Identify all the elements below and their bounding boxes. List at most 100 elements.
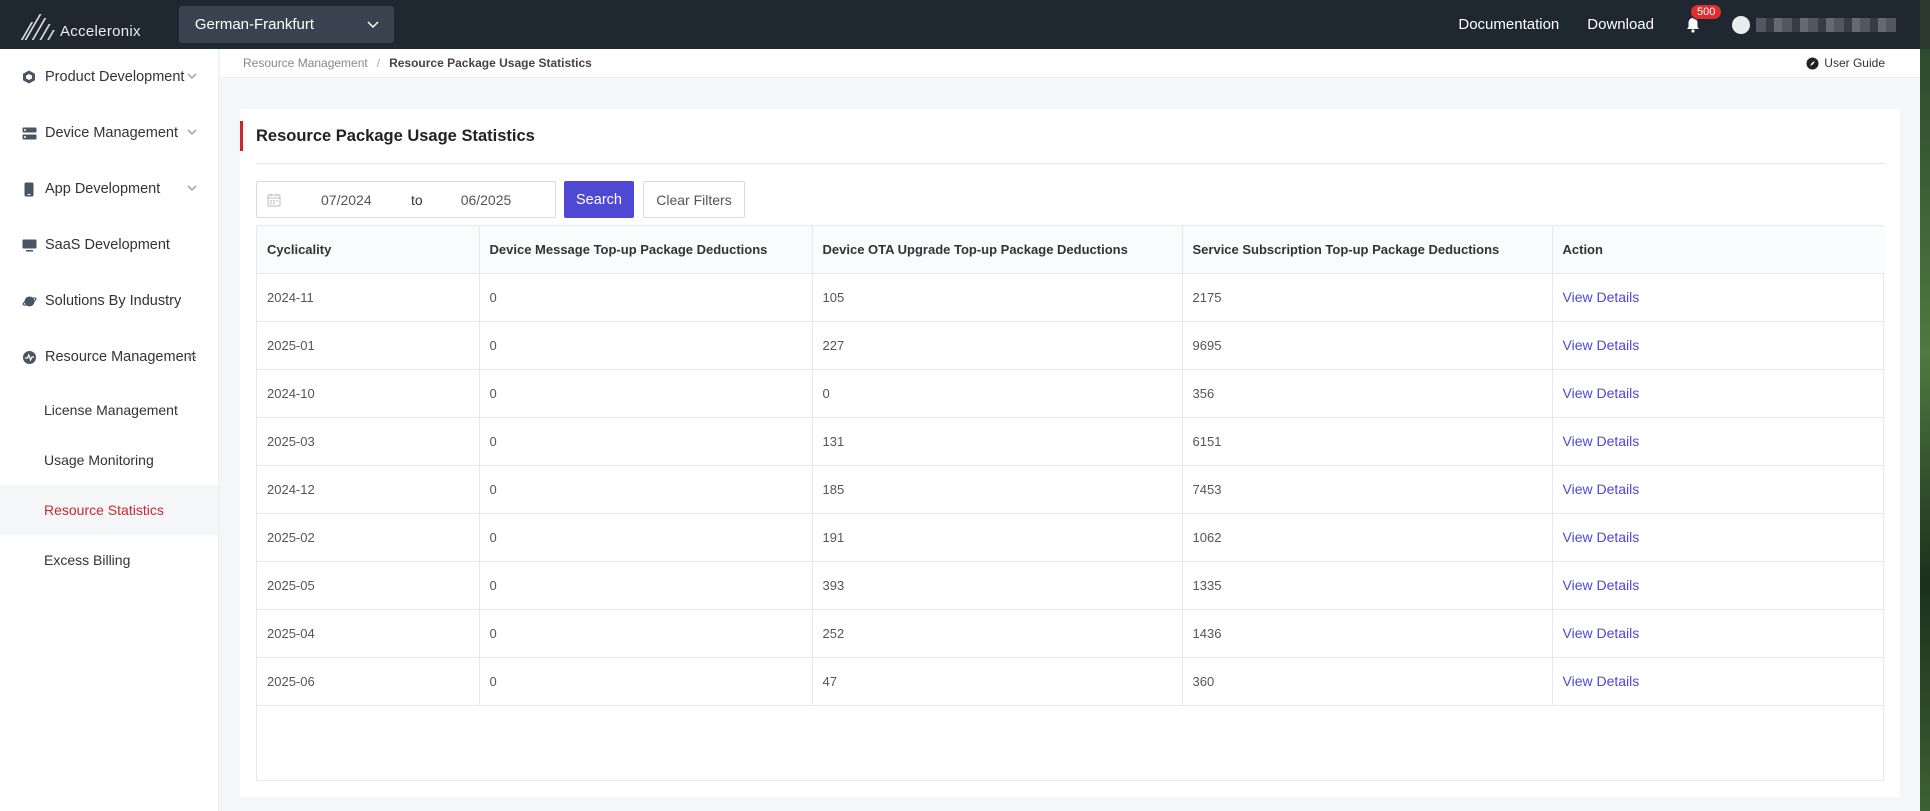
cell-ota-deductions: 227 <box>812 321 1183 370</box>
calendar-icon <box>267 193 281 206</box>
column-header-ota-deductions: Device OTA Upgrade Top-up Package Deduct… <box>812 226 1183 274</box>
sidebar-item-solutions-by-industry[interactable]: Solutions By Industry <box>0 273 218 329</box>
breadcrumb-separator: / <box>376 56 381 70</box>
sidebar: Product Development Device Management Ap… <box>0 49 219 811</box>
brand-name: Acceleronix <box>60 22 141 40</box>
gauge-icon <box>21 349 37 365</box>
chevron-up-icon <box>187 353 197 359</box>
table-row: 2025-03 0 131 6151 View Details <box>257 417 1885 466</box>
sidebar-item-label: Solutions By Industry <box>45 293 182 309</box>
monitor-icon <box>21 237 37 253</box>
cube-icon <box>21 69 37 85</box>
date-range-separator: to <box>411 191 423 208</box>
breadcrumb-parent[interactable]: Resource Management <box>243 56 368 70</box>
top-bar: Acceleronix German-Frankfurt Documentati… <box>0 0 1920 49</box>
title-divider <box>256 163 1884 164</box>
view-details-link[interactable]: View Details <box>1552 561 1885 610</box>
view-details-link[interactable]: View Details <box>1552 273 1885 322</box>
user-menu[interactable] <box>1732 15 1896 34</box>
table-row: 2025-05 0 393 1335 View Details <box>257 561 1885 610</box>
cell-subscription-deductions: 360 <box>1182 657 1553 706</box>
user-guide-link[interactable]: User Guide <box>1806 56 1885 70</box>
sidebar-item-device-management[interactable]: Device Management <box>0 105 218 161</box>
cell-message-deductions: 0 <box>479 369 813 418</box>
planet-icon <box>21 293 37 309</box>
sidebar-subitem-license-management[interactable]: License Management <box>0 385 218 435</box>
table-row: 2025-06 0 47 360 View Details <box>257 657 1885 706</box>
cell-subscription-deductions: 1335 <box>1182 561 1553 610</box>
cell-cyclicality: 2025-05 <box>257 561 480 610</box>
region-label: German-Frankfurt <box>194 16 315 33</box>
view-details-link[interactable]: View Details <box>1552 417 1885 466</box>
table-row: 2024-11 0 105 2175 View Details <box>257 273 1885 322</box>
cell-subscription-deductions: 356 <box>1182 369 1553 418</box>
sidebar-subitem-usage-monitoring[interactable]: Usage Monitoring <box>0 435 218 485</box>
date-end-input[interactable]: 06/2025 <box>461 192 521 208</box>
cell-message-deductions: 0 <box>479 609 813 658</box>
sidebar-item-product-development[interactable]: Product Development <box>0 49 218 105</box>
page-title: Resource Package Usage Statistics <box>240 121 535 151</box>
sidebar-item-label: Device Management <box>45 125 178 141</box>
cell-subscription-deductions: 1062 <box>1182 513 1553 562</box>
table-row: 2025-02 0 191 1062 View Details <box>257 513 1885 562</box>
usage-table: Cyclicality Device Message Top-up Packag… <box>256 225 1885 781</box>
date-range-picker[interactable]: 07/2024 to 06/2025 <box>256 181 556 218</box>
brand-logo[interactable]: Acceleronix <box>20 8 141 42</box>
cell-message-deductions: 0 <box>479 465 813 514</box>
cell-ota-deductions: 393 <box>812 561 1183 610</box>
sidebar-item-resource-management[interactable]: Resource Management <box>0 329 218 385</box>
search-button[interactable]: Search <box>564 181 634 218</box>
sidebar-subitem-excess-billing[interactable]: Excess Billing <box>0 535 218 585</box>
logo-mark-icon <box>20 12 55 42</box>
clear-filters-button[interactable]: Clear Filters <box>643 181 745 218</box>
view-details-link[interactable]: View Details <box>1552 321 1885 370</box>
sidebar-subitem-resource-statistics[interactable]: Resource Statistics <box>0 485 218 535</box>
column-header-subscription-deductions: Service Subscription Top-up Package Dedu… <box>1182 226 1553 274</box>
user-guide-label: User Guide <box>1824 56 1885 70</box>
cell-cyclicality: 2025-04 <box>257 609 480 658</box>
view-details-link[interactable]: View Details <box>1552 369 1885 418</box>
cell-message-deductions: 0 <box>479 321 813 370</box>
cell-ota-deductions: 191 <box>812 513 1183 562</box>
cell-subscription-deductions: 9695 <box>1182 321 1553 370</box>
compass-icon <box>1806 57 1819 69</box>
cell-message-deductions: 0 <box>479 561 813 610</box>
cell-subscription-deductions: 7453 <box>1182 465 1553 514</box>
chevron-down-icon <box>366 18 380 32</box>
table-row: 2024-10 0 0 356 View Details <box>257 369 1885 418</box>
cell-cyclicality: 2024-10 <box>257 369 480 418</box>
sidebar-item-label: App Development <box>45 181 161 197</box>
table-header-row: Cyclicality Device Message Top-up Packag… <box>257 226 1885 274</box>
table-row: 2025-04 0 252 1436 View Details <box>257 609 1885 658</box>
cell-cyclicality: 2025-06 <box>257 657 480 706</box>
sidebar-item-saas-development[interactable]: SaaS Development <box>0 217 218 273</box>
sidebar-item-app-development[interactable]: App Development <box>0 161 218 217</box>
region-selector[interactable]: German-Frankfurt <box>178 6 394 43</box>
view-details-link[interactable]: View Details <box>1552 513 1885 562</box>
cell-cyclicality: 2025-02 <box>257 513 480 562</box>
view-details-link[interactable]: View Details <box>1552 465 1885 514</box>
cell-ota-deductions: 131 <box>812 417 1183 466</box>
edge-strip-top <box>1920 0 1930 49</box>
notifications-button[interactable]: 500 <box>1682 3 1723 36</box>
breadcrumb-current: Resource Package Usage Statistics <box>389 56 592 70</box>
cell-ota-deductions: 185 <box>812 465 1183 514</box>
chevron-down-icon <box>187 129 197 135</box>
avatar <box>1732 15 1750 34</box>
chevron-down-icon <box>187 73 197 79</box>
date-start-input[interactable]: 07/2024 <box>321 192 381 208</box>
sidebar-item-label: Product Development <box>45 69 185 85</box>
filter-bar: 07/2024 to 06/2025 Search Clear Filters <box>256 181 745 218</box>
cell-message-deductions: 0 <box>479 513 813 562</box>
blurred-username <box>1756 17 1896 32</box>
view-details-link[interactable]: View Details <box>1552 609 1885 658</box>
cell-message-deductions: 0 <box>479 417 813 466</box>
view-details-link[interactable]: View Details <box>1552 657 1885 706</box>
documentation-link[interactable]: Documentation <box>1458 16 1559 33</box>
cell-subscription-deductions: 6151 <box>1182 417 1553 466</box>
download-link[interactable]: Download <box>1587 16 1654 33</box>
top-right-area: Documentation Download 500 <box>1458 0 1920 49</box>
chevron-down-icon <box>187 185 197 191</box>
cell-ota-deductions: 252 <box>812 609 1183 658</box>
table-row: 2025-01 0 227 9695 View Details <box>257 321 1885 370</box>
